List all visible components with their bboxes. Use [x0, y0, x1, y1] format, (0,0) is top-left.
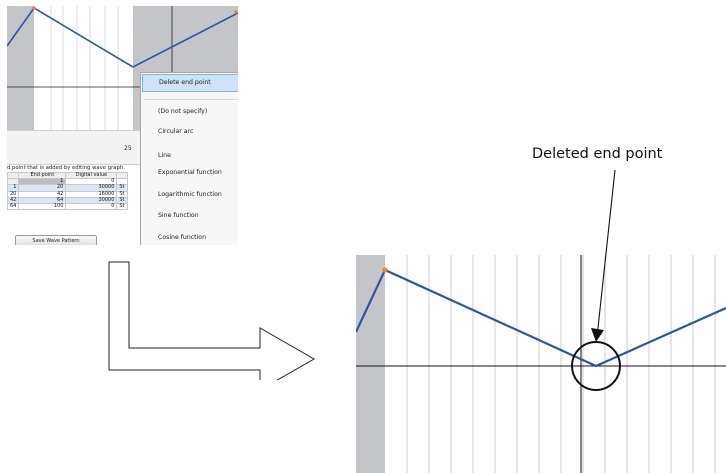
- table-cell: 64: [7, 202, 20, 211]
- callout-label: Deleted end point: [532, 146, 663, 162]
- menu-item-do-not-specify[interactable]: (Do not specify): [142, 103, 238, 121]
- menu-item-line[interactable]: Line: [142, 147, 238, 165]
- save-wave-pattern-button[interactable]: Save Wave Pattern: [15, 235, 97, 245]
- end-point-marker: [382, 267, 388, 273]
- menu-item-delete-end-point[interactable]: Delete end point: [142, 74, 238, 92]
- wave-editor-screenshot: 25 d point that is added by editing wave…: [7, 6, 238, 245]
- context-menu: Delete end point (Do not specify) Circul…: [140, 72, 238, 245]
- menu-item-circular-arc[interactable]: Circular arc: [142, 123, 238, 141]
- menu-item-logarithmic-function[interactable]: Logarithmic function: [142, 186, 238, 204]
- menu-item-cosine-function[interactable]: Cosine function: [142, 229, 238, 245]
- transition-arrow-icon: [108, 261, 316, 380]
- disabled-region: [7, 6, 34, 130]
- table-cell[interactable]: 100: [18, 202, 67, 211]
- end-point-table[interactable]: End point Digital value 1 0 1 20 30000 S…: [7, 171, 129, 211]
- table-cell[interactable]: 0: [65, 202, 118, 211]
- table-cell: St: [116, 202, 129, 211]
- table-row[interactable]: 64 100 0 St: [7, 202, 129, 211]
- zoomed-wave-graph[interactable]: [356, 255, 726, 473]
- end-point-marker: [32, 6, 36, 10]
- menu-separator: [144, 99, 238, 100]
- menu-item-exponential-function[interactable]: Exponential function: [142, 164, 238, 182]
- disabled-region: [356, 255, 385, 473]
- end-point-marker: [234, 10, 238, 14]
- menu-item-sine-function[interactable]: Sine function: [142, 207, 238, 225]
- ruler-value: 25: [124, 145, 132, 152]
